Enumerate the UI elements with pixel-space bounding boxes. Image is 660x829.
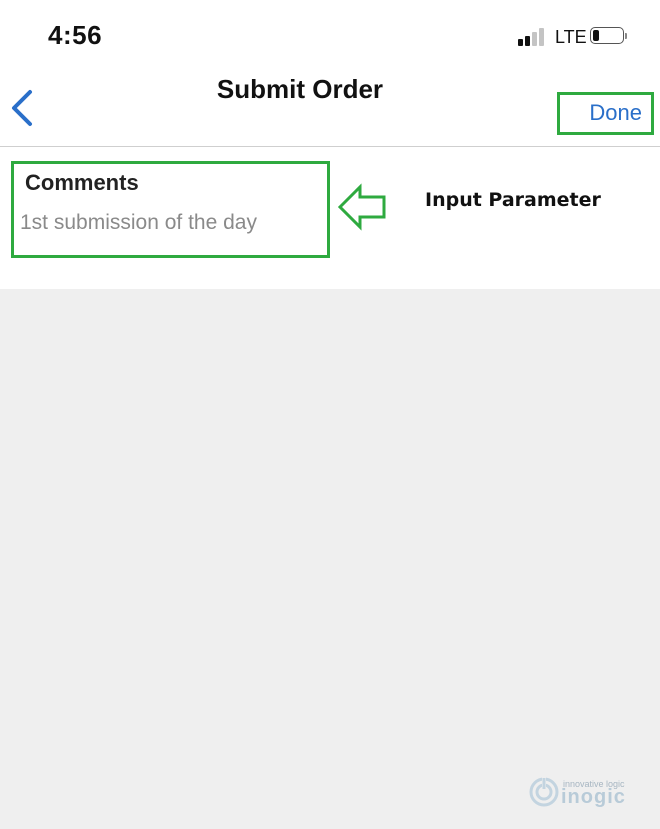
- cellular-signal-icon: [518, 26, 550, 46]
- network-type: LTE: [555, 27, 587, 47]
- done-button-label: Done: [589, 100, 642, 125]
- done-button[interactable]: Done: [557, 92, 654, 135]
- watermark-logo: innovative logic inogic: [528, 775, 648, 815]
- navigation-bar: Submit Order Done: [0, 70, 660, 147]
- form-section: Comments Input Parameter: [0, 147, 660, 289]
- status-time: 4:56: [48, 20, 103, 50]
- watermark-brand: inogic: [561, 786, 626, 808]
- hollow-left-arrow-icon: [338, 183, 386, 231]
- comments-field: Comments: [11, 161, 330, 258]
- annotation-label: Input Parameter: [425, 189, 601, 211]
- inogic-logo-icon: [529, 776, 559, 807]
- page-title: Submit Order: [216, 74, 384, 104]
- status-bar: 4:56 LTE: [0, 0, 660, 70]
- comments-input[interactable]: [20, 211, 316, 235]
- content-area: innovative logic inogic: [0, 289, 660, 829]
- comments-label: Comments: [25, 170, 139, 195]
- battery-icon: [590, 27, 627, 46]
